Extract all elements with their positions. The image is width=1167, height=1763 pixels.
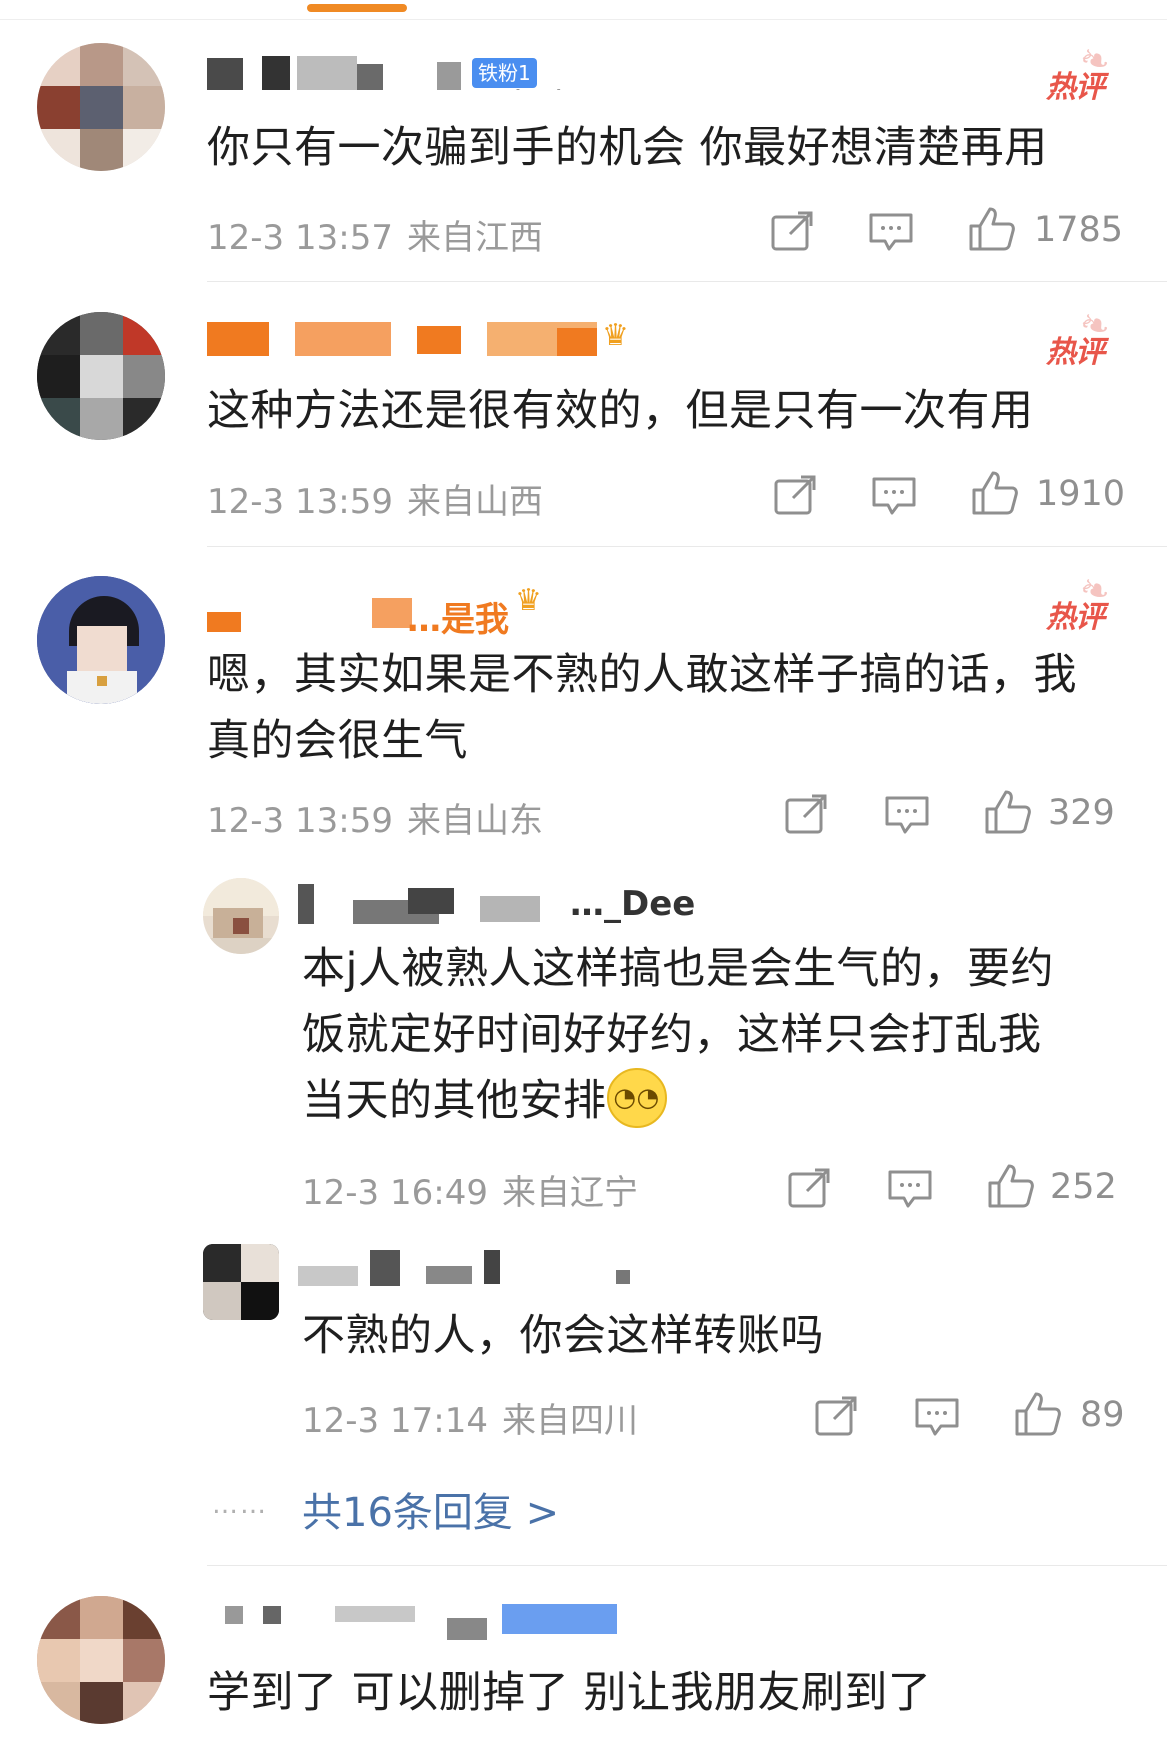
username-redacted[interactable]	[207, 1600, 627, 1640]
share-icon[interactable]	[784, 793, 828, 835]
comment-date: 12-3 13:59	[207, 482, 393, 522]
comment-location: 来自山东	[406, 801, 543, 841]
avatar[interactable]	[203, 1244, 279, 1320]
view-more-replies-link[interactable]: 共16条回复 >	[302, 1480, 559, 1538]
like-count: 1910	[1036, 474, 1126, 514]
hot-comment-badge: ❧ 热评	[1046, 566, 1116, 635]
username-redacted[interactable]: …是我	[207, 590, 567, 640]
active-tab-indicator	[307, 4, 407, 12]
like-count: 252	[1050, 1167, 1117, 1207]
reply-date: 12-3 17:14	[302, 1401, 488, 1441]
avatar[interactable]	[203, 878, 279, 954]
like-count: 1785	[1034, 210, 1124, 250]
reply-date: 12-3 16:49	[302, 1173, 488, 1213]
more-replies-dots: ……	[212, 1490, 268, 1520]
avatar[interactable]	[37, 43, 165, 171]
comment-location: 来自山西	[406, 482, 543, 522]
reply-meta: 12-3 17:14 来自四川	[302, 1393, 652, 1442]
comment-location: 来自江西	[406, 218, 543, 258]
username-redacted[interactable]	[207, 318, 627, 358]
rolling-eyes-emoji: ◔◔	[606, 1067, 667, 1128]
top-divider	[0, 19, 1167, 20]
reply-text-line: 当天的其他安排 ◔◔	[302, 1067, 667, 1134]
comment-text-line: 嗯，其实如果是不熟的人敢这样子搞的话，我	[207, 650, 1077, 700]
comment-text: 这种方法还是很有效的，但是只有一次有用	[207, 386, 1034, 436]
share-icon[interactable]	[787, 1167, 831, 1209]
comment-meta: 12-3 13:59 来自山西	[207, 474, 557, 523]
avatar[interactable]	[37, 312, 165, 440]
comment-icon[interactable]	[884, 795, 930, 835]
divider	[207, 1565, 1167, 1566]
like-count: 89	[1080, 1395, 1125, 1435]
username-redacted[interactable]	[298, 1246, 638, 1286]
comment-text: 学到了 可以删掉了 别让我朋友刷到了	[207, 1668, 932, 1718]
divider	[207, 281, 1167, 282]
reply-location: 来自辽宁	[501, 1173, 638, 1213]
comment-icon[interactable]	[887, 1169, 933, 1209]
comment-icon[interactable]	[871, 476, 917, 516]
thumbs-up-icon[interactable]	[984, 789, 1032, 835]
crown-icon: ♛	[515, 583, 542, 618]
comment-text-line: 真的会很生气	[207, 716, 468, 766]
hot-comment-badge: ❧ 热评	[1046, 36, 1116, 105]
share-icon[interactable]	[773, 474, 817, 516]
username-fragment: …_Dee	[570, 884, 696, 924]
crown-icon: ♛	[602, 318, 629, 353]
like-count: 329	[1048, 793, 1115, 833]
comment-meta: 12-3 13:59 来自山东	[207, 793, 557, 842]
comment-text: 你只有一次骗到手的机会 你最好想清楚再用	[207, 123, 1048, 173]
username-fragment: …是我	[407, 600, 509, 640]
fan-badge: 铁粉1	[472, 58, 537, 88]
hot-comment-badge: ❧ 热评	[1046, 301, 1116, 370]
comment-date: 12-3 13:57	[207, 218, 393, 258]
thumbs-up-icon[interactable]	[968, 206, 1016, 252]
comment-icon[interactable]	[914, 1397, 960, 1437]
comment-meta: 12-3 13:57 来自江西	[207, 210, 557, 259]
share-icon[interactable]	[770, 210, 814, 252]
comment-icon[interactable]	[868, 212, 914, 252]
comment-date: 12-3 13:59	[207, 801, 393, 841]
share-icon[interactable]	[814, 1395, 858, 1437]
reply-meta: 12-3 16:49 来自辽宁	[302, 1165, 652, 1214]
username-redacted[interactable]: …_Dee	[298, 882, 718, 924]
reply-text-line: 本j人被熟人这样搞也是会生气的，要约	[302, 944, 1054, 994]
thumbs-up-icon[interactable]	[971, 470, 1019, 516]
reply-location: 来自四川	[501, 1401, 638, 1441]
thumbs-up-icon[interactable]	[1014, 1391, 1062, 1437]
divider	[207, 546, 1167, 547]
avatar[interactable]	[37, 1596, 165, 1724]
reply-text-line: 饭就定好时间好好约，这样只会打乱我	[302, 1010, 1042, 1060]
reply-text: 不熟的人，你会这样转账吗	[302, 1311, 824, 1361]
avatar[interactable]	[37, 576, 165, 704]
thumbs-up-icon[interactable]	[987, 1163, 1035, 1209]
